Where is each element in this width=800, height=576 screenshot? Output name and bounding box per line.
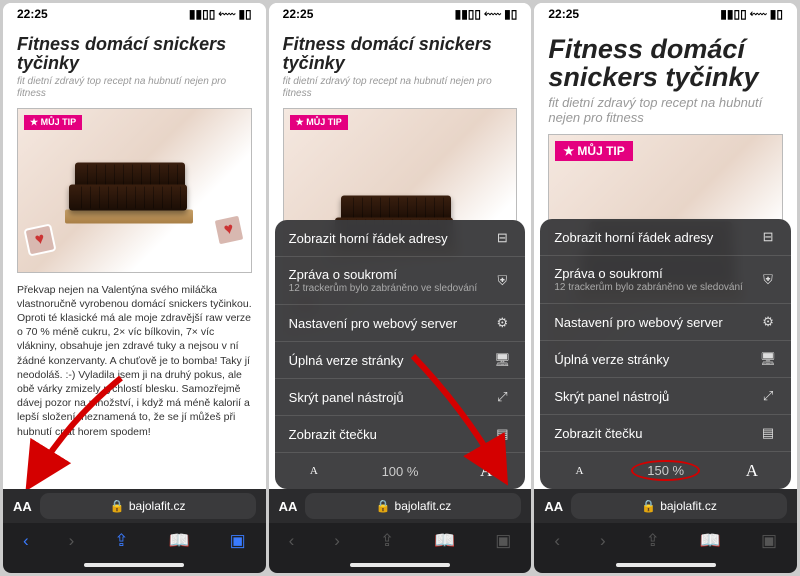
aa-menu: Zobrazit horní řádek adresy⊟ Zpráva o so…	[540, 219, 791, 489]
heart-decor	[23, 223, 56, 256]
toolbar: ‹ › ⇪ 📖 ▣	[269, 523, 532, 559]
zoom-value: 150 %	[619, 460, 713, 481]
tabs-button[interactable]: ▣	[761, 531, 777, 551]
menu-privacy[interactable]: Zpráva o soukromí12 trackerům bylo zabrá…	[275, 257, 526, 305]
time: 22:25	[283, 7, 314, 21]
gear-icon: ⚙	[759, 314, 777, 330]
menu-site-settings[interactable]: Nastavení pro webový server⚙	[540, 304, 791, 341]
move-icon: ⊟	[493, 230, 511, 246]
domain: bajolafit.cz	[660, 499, 717, 513]
address-bar: AA 🔒 bajolafit.cz	[269, 489, 532, 523]
webpage: Fitness domácí snickers tyčinky fit diet…	[534, 25, 797, 489]
phone-2: 22:25 ▮▮▯▯⬳▮▯ Fitness domácí snickers ty…	[269, 3, 532, 573]
status-bar: 22:25 ▮▮▯▯ ⬳ ▮▯	[3, 3, 266, 25]
home-indicator[interactable]	[84, 563, 184, 567]
article-subtitle: fit dietní zdravý top recept na hubnutí …	[17, 76, 252, 100]
expand-icon: ⤢	[759, 388, 777, 404]
zoom-out-button[interactable]: A	[540, 465, 618, 477]
domain: bajolafit.cz	[395, 499, 452, 513]
aa-button[interactable]: AA	[279, 499, 298, 514]
toolbar: ‹ › ⇪ 📖 ▣	[3, 523, 266, 559]
tip-badge: ★ MŮJ TIP	[24, 115, 82, 130]
move-icon: ⊟	[759, 229, 777, 245]
phone-3: 22:25 ▮▮▯▯⬳▮▯ Fitness domácí snickers ty…	[534, 3, 797, 573]
status-icons: ▮▮▯▯⬳▮▯	[720, 7, 783, 22]
forward-button[interactable]: ›	[69, 531, 75, 551]
back-button[interactable]: ‹	[23, 531, 29, 551]
reader-icon: ▤	[759, 425, 777, 441]
desktop-icon: 🖥	[759, 351, 777, 367]
menu-reader[interactable]: Zobrazit čtečku▤	[540, 415, 791, 452]
share-button[interactable]: ⇪	[380, 531, 394, 551]
address-bar: AA 🔒 bajolafit.cz	[534, 489, 797, 523]
bookmarks-button[interactable]: 📖	[168, 531, 189, 551]
share-button[interactable]: ⇪	[114, 531, 128, 551]
tabs-button[interactable]: ▣	[230, 531, 246, 551]
phone-1: 22:25 ▮▮▯▯ ⬳ ▮▯ Fitness domácí snickers …	[3, 3, 266, 573]
menu-hide-toolbar[interactable]: Skrýt panel nástrojů⤢	[540, 378, 791, 415]
menu-privacy[interactable]: Zpráva o soukromí12 trackerům bylo zabrá…	[540, 256, 791, 304]
domain: bajolafit.cz	[129, 499, 186, 513]
zoom-row: A 150 % A	[540, 452, 791, 489]
shield-icon: ⛨	[759, 272, 777, 288]
status-bar: 22:25 ▮▮▯▯⬳▮▯	[269, 3, 532, 25]
status-icons: ▮▮▯▯ ⬳ ▮▯	[189, 7, 252, 22]
tabs-button[interactable]: ▣	[495, 531, 511, 551]
aa-button[interactable]: AA	[13, 499, 32, 514]
article-title: Fitness domácí snickers tyčinky	[283, 35, 518, 73]
home-indicator[interactable]	[350, 563, 450, 567]
time: 22:25	[17, 7, 48, 21]
tip-badge: ★ MŮJ TIP	[290, 115, 348, 130]
menu-show-top-addr[interactable]: Zobrazit horní řádek adresy⊟	[275, 220, 526, 257]
webpage: Fitness domácí snickers tyčinky fit diet…	[3, 25, 266, 489]
annotation-arrow	[403, 348, 513, 483]
shield-icon: ⛨	[493, 273, 511, 289]
webpage: Fitness domácí snickers tyčinky fit diet…	[269, 25, 532, 489]
forward-button[interactable]: ›	[334, 531, 340, 551]
forward-button[interactable]: ›	[600, 531, 606, 551]
status-icons: ▮▮▯▯⬳▮▯	[455, 7, 518, 22]
aa-button[interactable]: AA	[544, 499, 563, 514]
time: 22:25	[548, 7, 579, 21]
zoom-highlight: 150 %	[631, 460, 700, 481]
lock-icon: 🔒	[641, 499, 656, 513]
hero-image: ★ MŮJ TIP	[17, 108, 252, 273]
url-field[interactable]: 🔒 bajolafit.cz	[305, 493, 521, 519]
menu-desktop-site[interactable]: Úplná verze stránky🖥	[540, 341, 791, 378]
address-bar: AA 🔒 bajolafit.cz	[3, 489, 266, 523]
url-field[interactable]: 🔒 bajolafit.cz	[40, 493, 256, 519]
battery-icon: ▮▯	[238, 7, 251, 21]
toolbar: ‹ › ⇪ 📖 ▣	[534, 523, 797, 559]
menu-show-top-addr[interactable]: Zobrazit horní řádek adresy⊟	[540, 219, 791, 256]
article-subtitle: fit dietní zdravý top recept na hubnutí …	[283, 76, 518, 100]
annotation-arrow	[21, 368, 141, 489]
tip-badge: ★ MŮJ TIP	[555, 141, 632, 161]
bookmarks-button[interactable]: 📖	[434, 531, 455, 551]
share-button[interactable]: ⇪	[646, 531, 660, 551]
article-title: Fitness domácí snickers tyčinky	[548, 35, 783, 92]
lock-icon: 🔒	[376, 499, 391, 513]
article-subtitle: fit dietní zdravý top recept na hubnutí …	[548, 95, 783, 126]
article-title: Fitness domácí snickers tyčinky	[17, 35, 252, 73]
menu-site-settings[interactable]: Nastavení pro webový server⚙	[275, 305, 526, 342]
bookmarks-button[interactable]: 📖	[700, 531, 721, 551]
url-field[interactable]: 🔒 bajolafit.cz	[571, 493, 787, 519]
zoom-in-button[interactable]: A	[713, 461, 791, 481]
status-bar: 22:25 ▮▮▯▯⬳▮▯	[534, 3, 797, 25]
back-button[interactable]: ‹	[554, 531, 560, 551]
signal-icon: ▮▮▯▯	[189, 7, 215, 21]
heart-decor	[212, 213, 245, 246]
gear-icon: ⚙	[493, 315, 511, 331]
zoom-out-button[interactable]: A	[275, 465, 353, 477]
back-button[interactable]: ‹	[289, 531, 295, 551]
lock-icon: 🔒	[110, 499, 125, 513]
wifi-icon: ⬳	[218, 7, 235, 22]
home-indicator[interactable]	[616, 563, 716, 567]
